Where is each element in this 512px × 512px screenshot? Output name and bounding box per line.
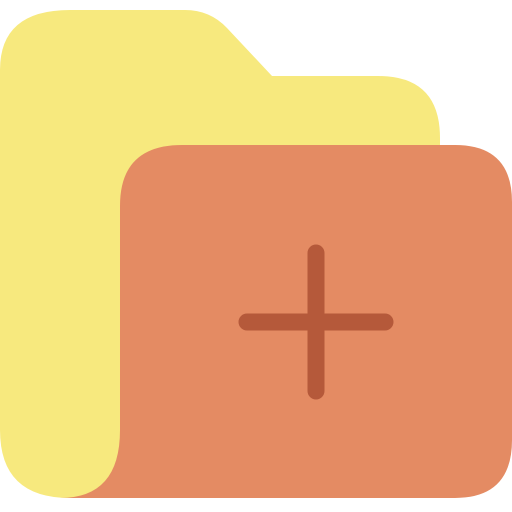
add-folder-canvas <box>0 0 512 512</box>
add-folder-icon <box>0 10 512 498</box>
